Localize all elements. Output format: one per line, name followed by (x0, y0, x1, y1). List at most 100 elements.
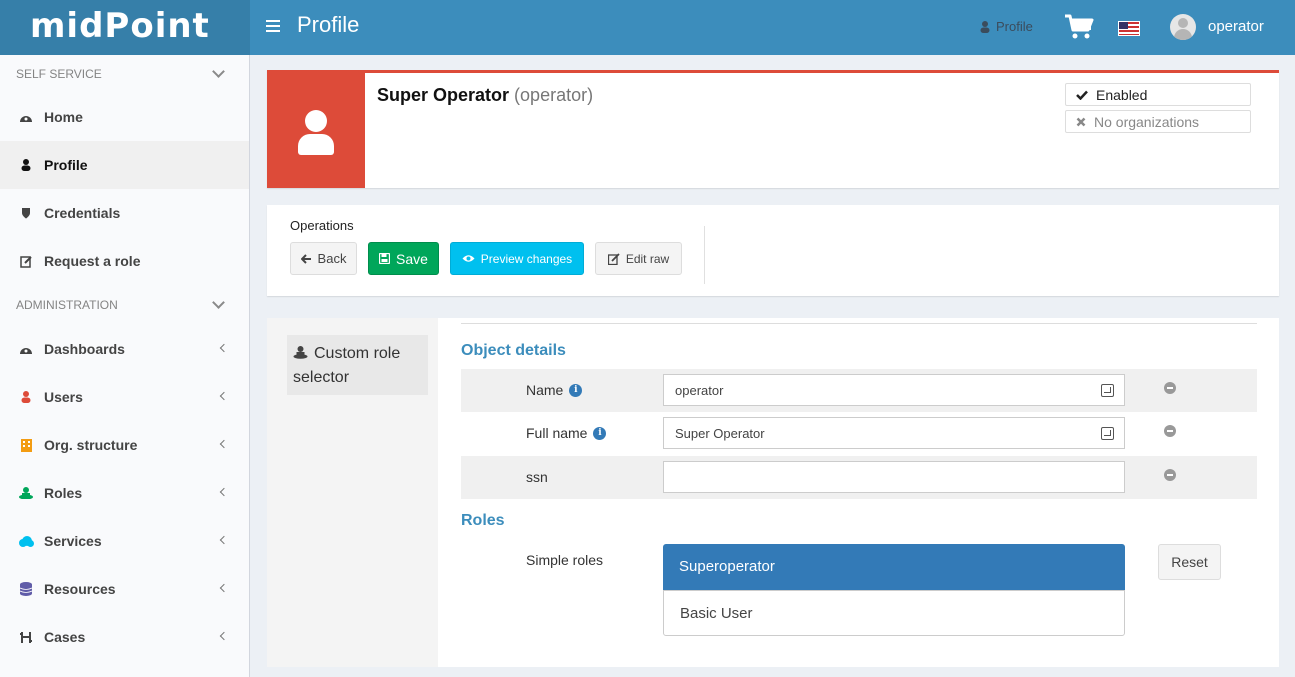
cloud-icon (18, 535, 34, 547)
sidebar-item-label: Dashboards (44, 341, 125, 357)
summary-title: Super Operator (operator) (377, 85, 593, 106)
logo[interactable]: midPoint (30, 6, 210, 46)
sidebar-item-label: Cases (44, 629, 86, 645)
info-icon[interactable]: i (593, 426, 607, 440)
chevron-left-icon[interactable] (219, 631, 229, 641)
section-title-roles: Roles (461, 512, 505, 529)
sidebar-item-resources[interactable]: Resources (0, 565, 249, 613)
edit-raw-label: Edit raw (625, 251, 670, 266)
header-profile-label: Profile (996, 19, 1033, 34)
shield-icon (18, 207, 34, 219)
preview-changes-button[interactable]: Preview changes (450, 242, 584, 275)
field-label-text: Full name (526, 425, 588, 441)
form-row-name: Name i operator (461, 369, 1257, 412)
username[interactable]: operator (1208, 18, 1264, 35)
sidebar-item-label: Home (44, 109, 83, 125)
ssn-field[interactable] (663, 461, 1125, 493)
sidebar-item-roles[interactable]: Roles (0, 469, 249, 517)
remove-value-icon[interactable] (1164, 469, 1176, 481)
sidebar-section-self-service[interactable]: SELF SERVICE (0, 55, 249, 93)
remove-value-icon[interactable] (1164, 382, 1176, 394)
sidebar-item-label: Profile (44, 157, 88, 173)
field-label-text: Simple roles (526, 552, 604, 568)
divider (461, 323, 1257, 324)
edit-icon (607, 252, 620, 265)
header-profile-link[interactable]: Profile (980, 19, 1033, 34)
name-field[interactable]: operator (663, 374, 1125, 406)
user-icon (18, 391, 34, 403)
simple-roles-label: Simple roles (526, 552, 603, 568)
translate-icon[interactable] (1101, 427, 1114, 440)
remove-value-icon[interactable] (1164, 425, 1176, 437)
chevron-down-icon[interactable] (212, 64, 225, 78)
edit-raw-button[interactable]: Edit raw (595, 242, 682, 275)
sidebar-item-users[interactable]: Users (0, 373, 249, 421)
divider (704, 226, 705, 284)
organizations-label: No organizations (1094, 113, 1200, 130)
display-name: Super Operator (377, 85, 510, 105)
sidebar-item-label: Request a role (44, 253, 141, 269)
section-title-object-details: Object details (461, 342, 566, 359)
sidebar-item-label: Org. structure (44, 437, 138, 453)
object-summary: Super Operator (operator) Enabled No org… (267, 70, 1279, 188)
reset-button[interactable]: Reset (1158, 544, 1221, 580)
sidebar-item-home[interactable]: Home (0, 93, 249, 141)
tab-column: Custom role selector (267, 318, 438, 667)
chevron-left-icon[interactable] (219, 343, 229, 353)
chevron-left-icon[interactable] (219, 487, 229, 497)
user-icon (980, 20, 990, 33)
language-flag-icon[interactable] (1118, 21, 1140, 36)
form-row-ssn: ssn (461, 456, 1257, 499)
sidebar-section-label: ADMINISTRATION (16, 298, 118, 312)
avatar[interactable] (1170, 14, 1196, 40)
chevron-down-icon[interactable] (212, 295, 225, 309)
sidebar-item-request-a-role[interactable]: Request a role (0, 237, 249, 285)
sidebar-item-profile[interactable]: Profile (0, 141, 249, 189)
dashboard-icon (18, 111, 34, 123)
preview-label: Preview changes (480, 251, 573, 266)
chevron-left-icon[interactable] (219, 391, 229, 401)
menu-toggle-icon[interactable] (266, 20, 280, 34)
info-icon[interactable]: i (569, 383, 583, 397)
sidebar-section-label: SELF SERVICE (16, 67, 102, 81)
chevron-left-icon[interactable] (219, 439, 229, 449)
role-icon (293, 346, 308, 359)
top-header: midPoint Profile Profile operator (0, 0, 1295, 55)
tab-custom-role-selector[interactable]: Custom role selector (287, 335, 428, 395)
translate-icon[interactable] (1101, 384, 1114, 397)
field-value: Super Operator (675, 426, 765, 441)
page-title: Profile (297, 12, 360, 37)
back-button[interactable]: Back (290, 242, 357, 275)
sidebar-item-label: Resources (44, 581, 116, 597)
save-button[interactable]: Save (368, 242, 439, 275)
field-label-text: ssn (526, 469, 548, 485)
sidebar-item-org-structure[interactable]: Org. structure (0, 421, 249, 469)
sidebar-item-dashboards[interactable]: Dashboards (0, 325, 249, 373)
chevron-left-icon[interactable] (219, 535, 229, 545)
organizations-badge: No organizations (1065, 110, 1251, 133)
user-avatar-icon (267, 73, 365, 188)
cart-icon[interactable] (1064, 14, 1094, 40)
sidebar-item-label: Credentials (44, 205, 121, 221)
sidebar-section-administration[interactable]: ADMINISTRATION (0, 285, 249, 325)
tab-label: Custom role selector (293, 345, 401, 386)
status-label: Enabled (1096, 86, 1148, 103)
sidebar-item-services[interactable]: Services (0, 517, 249, 565)
sidebar-item-label: Users (44, 389, 83, 405)
sidebar-item-credentials[interactable]: Credentials (0, 189, 249, 237)
field-label: ssn (526, 469, 548, 485)
object-name: (operator) (514, 85, 594, 105)
sidebar-item-cases[interactable]: Cases (0, 613, 249, 661)
times-icon (1076, 117, 1086, 126)
database-icon (18, 582, 34, 596)
main-panel: Custom role selector Object details Name… (267, 318, 1279, 667)
logo-area[interactable]: midPoint (0, 0, 250, 55)
full-name-field[interactable]: Super Operator (663, 417, 1125, 449)
sidebar-item-label: Roles (44, 485, 83, 501)
role-option-superoperator[interactable]: Superoperator (663, 544, 1125, 590)
back-label: Back (317, 251, 347, 266)
edit-icon (18, 255, 34, 268)
role-option-basic-user[interactable]: Basic User (663, 590, 1125, 636)
dashboard-icon (18, 343, 34, 355)
chevron-left-icon[interactable] (219, 583, 229, 593)
